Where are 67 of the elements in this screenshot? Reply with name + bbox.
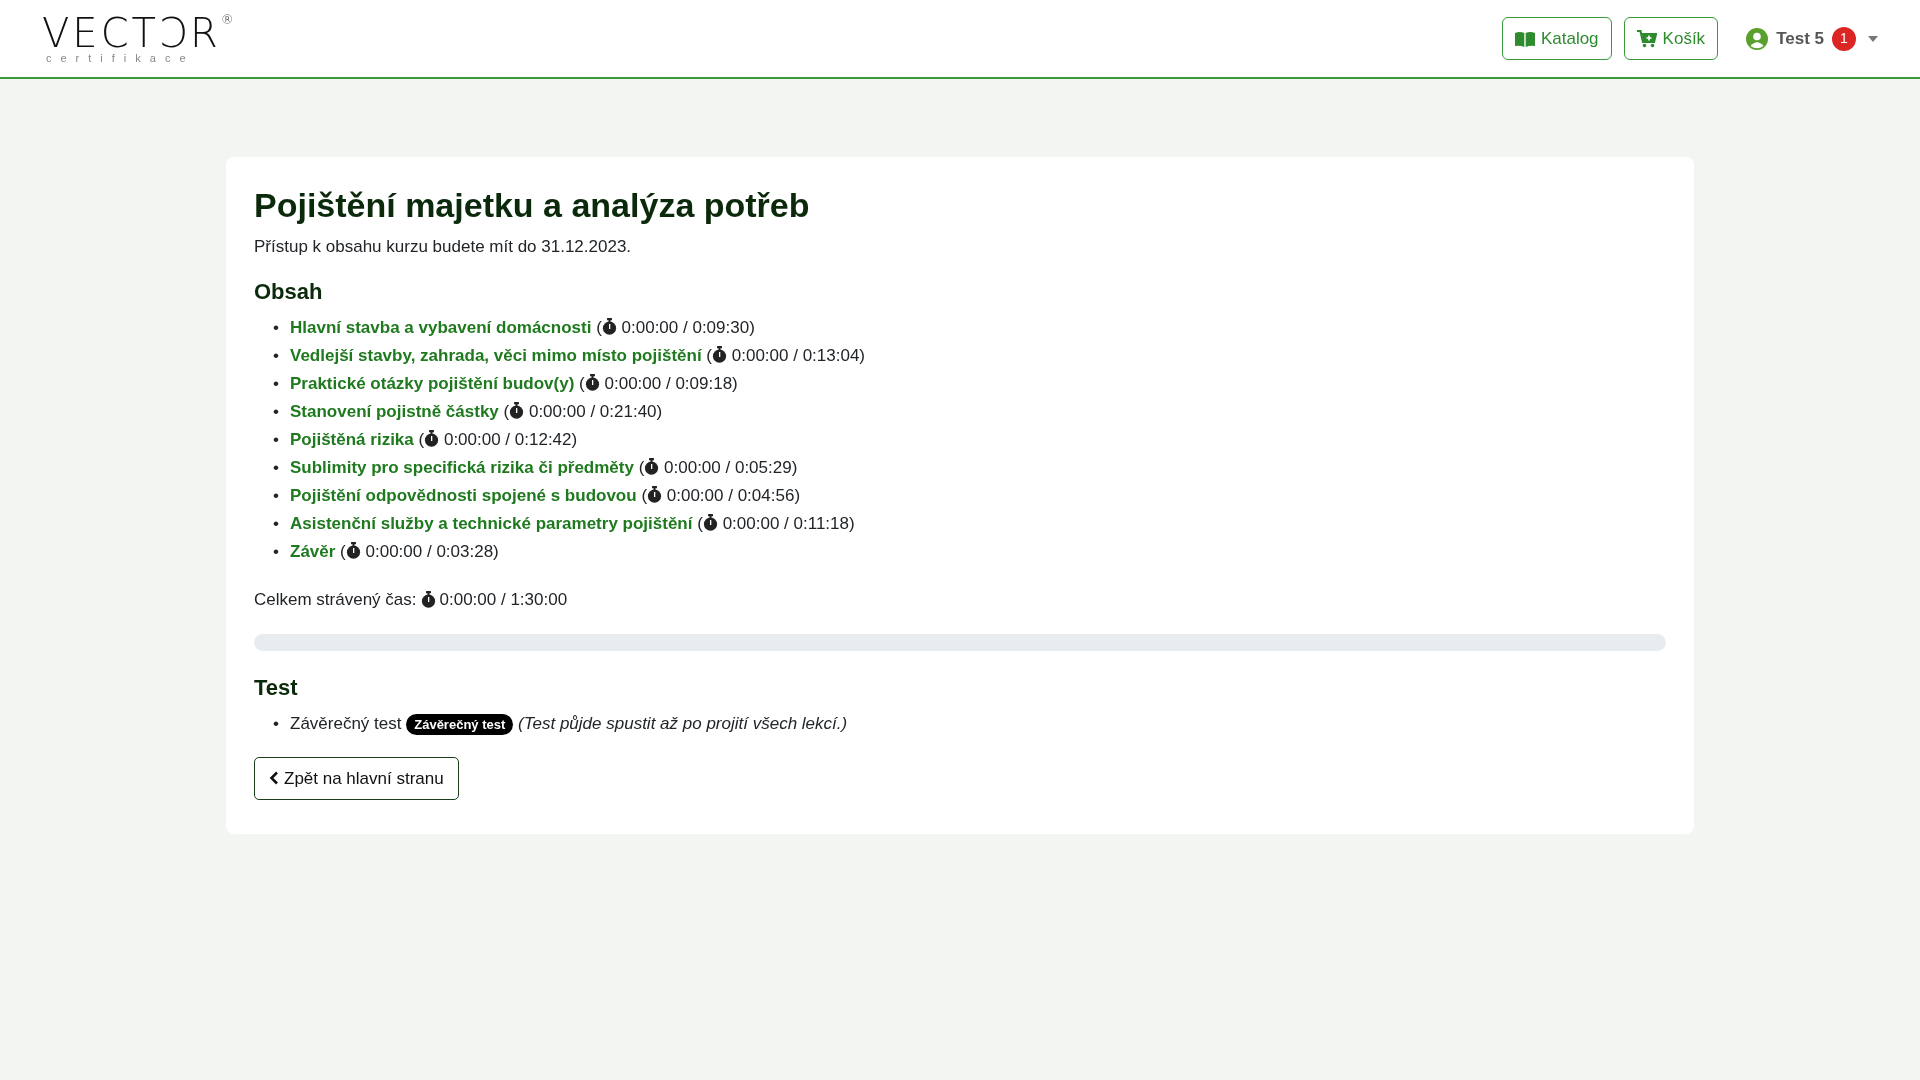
bullet: • xyxy=(273,316,280,339)
bullet: • xyxy=(273,344,280,367)
lesson-link[interactable]: Pojištění odpovědnosti spojené s budovou xyxy=(290,485,637,505)
stopwatch-icon xyxy=(712,345,728,363)
lesson-link[interactable]: Stanovení pojistně částky xyxy=(290,401,499,421)
bullet: • xyxy=(273,512,280,535)
lesson-time: 0:00:00 / 0:09:18) xyxy=(604,373,738,393)
paren-text: ( xyxy=(638,457,645,477)
paren-text: ( xyxy=(579,373,585,393)
lesson-link[interactable]: Praktické otázky pojištění budov(y) xyxy=(290,373,575,393)
user-name[interactable]: Test 5 xyxy=(1776,25,1824,52)
lesson-link[interactable]: Asistenční služby a technické parametry pojištění xyxy=(290,513,693,533)
lesson-time: 0:00:00 / 0:03:28) xyxy=(365,541,499,561)
stopwatch-icon xyxy=(509,401,525,419)
test-note: (Test půjde spustit až po projití všech lekcí.) xyxy=(518,713,848,733)
book-icon xyxy=(1514,30,1535,47)
notification-badge: 1 xyxy=(1832,26,1856,51)
stopwatch-icon xyxy=(424,429,440,447)
bullet: • xyxy=(273,456,280,479)
lesson-link[interactable]: Vedlejší stavby, zahrada, věci mimo místo pojištění xyxy=(290,345,702,365)
cart-button[interactable]: Košík xyxy=(1623,16,1719,61)
paren-text: ( xyxy=(641,485,648,505)
paren-text: ( xyxy=(503,401,510,421)
test-name: Závěrečný test xyxy=(290,713,402,733)
lesson-link[interactable]: Sublimity pro specifická rizika či předměty xyxy=(290,457,634,477)
bullet: • xyxy=(273,540,280,563)
paren-text: ( xyxy=(340,541,346,561)
paren-text: ( xyxy=(596,317,602,337)
paren-text: ( xyxy=(418,429,425,449)
bullet: • xyxy=(273,400,280,423)
bullet: • xyxy=(273,484,280,507)
lesson-time: 0:00:00 / 0:05:29) xyxy=(664,457,798,477)
caret-icon[interactable] xyxy=(1868,35,1878,42)
bullet: • xyxy=(273,372,280,395)
stopwatch-icon xyxy=(702,513,718,531)
access-note: Přístup k obsahu kurzu budete mít do 31.12.2023. xyxy=(254,235,633,258)
section-heading: Test xyxy=(254,675,299,702)
test-badge: Závěrečný test xyxy=(406,713,514,735)
lesson-time: 0:00:00 / 0:04:56) xyxy=(666,485,801,505)
back-button[interactable]: Zpět na hlavní stranu xyxy=(254,756,459,801)
lesson-link[interactable]: Hlavní stavba a vybavení domácnosti xyxy=(290,317,592,337)
lesson-time: 0:00:00 / 0:21:40) xyxy=(528,401,663,421)
paren-text: ( xyxy=(697,513,703,533)
lesson-time: 0:00:00 / 0:11:18) xyxy=(722,513,855,533)
logo[interactable]: VECTƆR® certifikace xyxy=(42,13,237,64)
lesson-link[interactable]: Závěr xyxy=(290,541,336,561)
lesson-link[interactable]: Pojištěná rizika xyxy=(290,429,414,449)
section-heading: Obsah xyxy=(254,279,324,306)
lesson-time: 0:00:00 / 0:12:42) xyxy=(443,429,578,449)
user-icon[interactable] xyxy=(1746,27,1769,50)
cart-icon xyxy=(1636,29,1657,48)
stopwatch-icon xyxy=(644,457,660,475)
bullet: • xyxy=(273,428,280,451)
stopwatch-icon xyxy=(345,541,361,559)
paren-text: ( xyxy=(706,345,713,365)
total-time: 0:00:00 / 1:30:00 xyxy=(439,588,568,611)
catalog-button[interactable]: Katalog xyxy=(1501,16,1612,61)
stopwatch-icon xyxy=(601,317,617,335)
course-title: Pojištění majetku a analýza potřeb xyxy=(254,185,811,226)
chevron-left-icon xyxy=(269,771,279,786)
bullet: • xyxy=(273,712,280,735)
stopwatch-icon xyxy=(647,485,663,503)
total-label: Celkem strávený čas: xyxy=(254,588,417,611)
lesson-time: 0:00:00 / 0:13:04) xyxy=(731,345,866,365)
lesson-time: 0:00:00 / 0:09:30) xyxy=(621,317,755,337)
stopwatch-icon xyxy=(420,590,436,608)
stopwatch-icon xyxy=(584,373,600,391)
